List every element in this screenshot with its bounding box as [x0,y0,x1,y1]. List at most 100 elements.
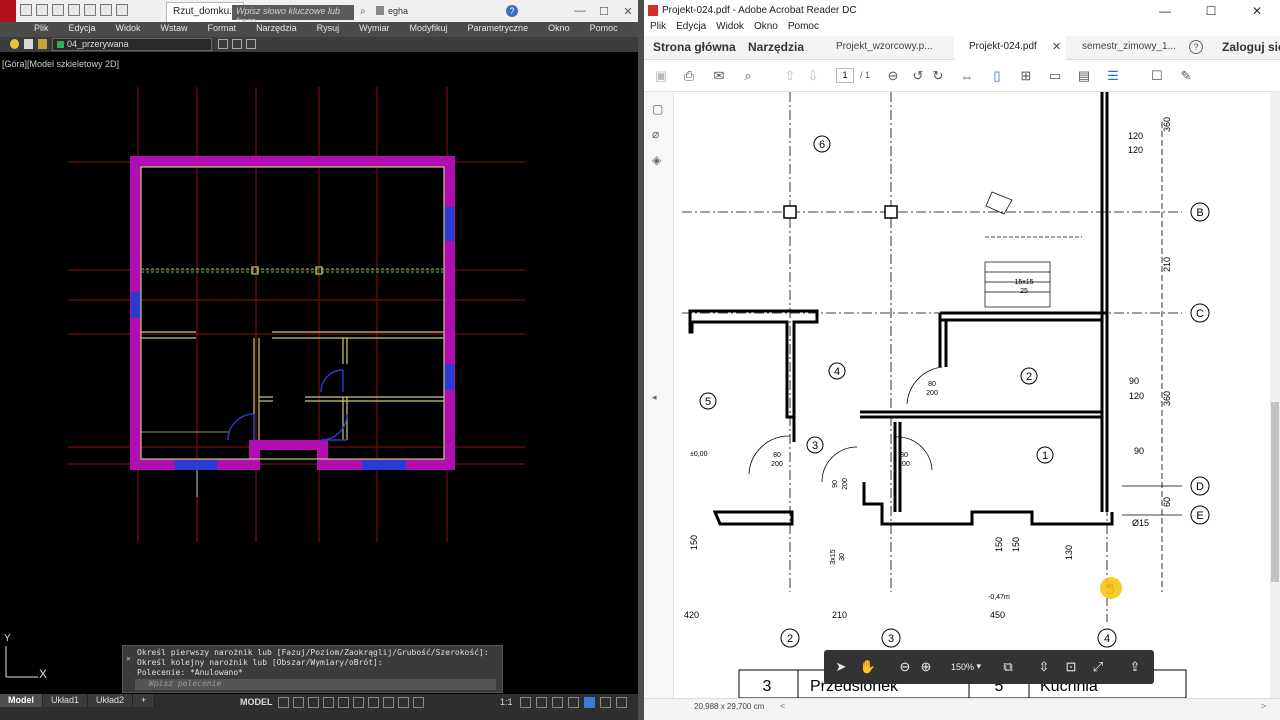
menu-wstaw[interactable]: Wstaw [151,22,198,37]
username-label[interactable]: egha [388,6,408,16]
undo-icon[interactable] [100,4,112,16]
viewport-controls[interactable]: [Góra][Model szkieletowy 2D] [2,59,119,69]
annotation-icon[interactable] [413,697,424,708]
tab-uklad1[interactable]: Układ1 [43,694,89,707]
layer-dropdown[interactable]: 04_przerywana [52,38,212,51]
sign-icon[interactable]: ✎ [1178,68,1194,84]
page-number-input[interactable]: 1 [836,68,854,83]
fit-page-icon[interactable]: ⊡ [1062,658,1080,676]
model-space-button[interactable]: MODEL [240,697,273,707]
rotate-right-icon[interactable]: ↻ [930,68,946,84]
help-icon[interactable]: ? [506,5,518,17]
layer-properties-icon[interactable] [218,39,228,49]
prev-page-icon[interactable]: ⇧ [782,68,798,84]
layer-match-icon[interactable] [246,39,256,49]
layers-icon[interactable]: ◈ [652,153,666,167]
menu-edycja[interactable]: Edycja [676,21,706,36]
menu-pomoc[interactable]: Pomoc [580,22,628,37]
tab-tools[interactable]: Narzędzia [748,40,804,54]
new-file-icon[interactable] [20,4,32,16]
zoom-out-icon[interactable]: ⊖ [885,68,901,84]
vertical-scrollbar[interactable] [1270,92,1280,698]
polar-icon[interactable] [323,697,334,708]
single-page-icon[interactable]: ▯ [989,68,1005,84]
zoom-out-icon[interactable]: ⊖ [896,658,914,676]
save-as-icon[interactable] [68,4,80,16]
doc-tab-semestr-zimowy[interactable]: semestr_zimowy_1... [1082,41,1176,52]
redo-icon[interactable] [116,4,128,16]
minimize-icon[interactable]: — [568,0,592,22]
menu-edycja[interactable]: Edycja [59,22,106,37]
more-tools-icon[interactable]: ☰ [1105,68,1121,84]
menu-icon[interactable] [616,697,627,708]
two-page-icon[interactable]: ▭ [1047,68,1063,84]
search-input[interactable]: Wpisz słowo kluczowe lub frazę [232,5,354,26]
layer-state-icon[interactable] [232,39,242,49]
close-command-icon[interactable]: ✕ [126,654,131,664]
pdf-page-view[interactable]: B C D E 2 3 4 6 4 2 5 3 1 120 120 90 120… [682,92,1270,698]
otrack-icon[interactable] [353,697,364,708]
tab-uklad2[interactable]: Układ2 [88,694,134,707]
zoom-level-dropdown[interactable]: 150% ▾ [943,658,989,675]
expand-panel-icon[interactable]: ◂ [652,392,666,406]
customize-icon[interactable] [600,697,611,708]
comment-icon[interactable]: ☐ [1149,68,1165,84]
menu-rysuj[interactable]: Rysuj [307,22,350,37]
layer-on-icon[interactable] [10,39,19,49]
tab-model[interactable]: Model [0,694,43,707]
fit-width-icon[interactable]: ⇳ [1035,658,1053,676]
menu-widok[interactable]: Widok [716,21,744,36]
menu-pomoc[interactable]: Pomoc [788,21,819,36]
pages-icon[interactable]: ▢ [652,102,666,116]
copy-page-icon[interactable]: ⧉ [999,658,1017,676]
close-icon[interactable]: ✕ [1234,0,1280,21]
menu-plik[interactable]: Plik [650,21,666,36]
email-icon[interactable]: ✉ [711,68,727,84]
layer-lock-icon[interactable] [38,39,47,49]
isolate-icon[interactable] [552,697,563,708]
search-icon[interactable]: ⌕ [740,68,756,84]
osnap-icon[interactable] [338,697,349,708]
menu-wymiar[interactable]: Wymiar [349,22,399,37]
help-icon[interactable]: ? [1189,40,1203,54]
next-page-icon[interactable]: ⇩ [805,68,821,84]
menu-okno[interactable]: Okno [538,22,580,37]
attachments-icon[interactable]: ⌀ [652,127,666,141]
menu-widok[interactable]: Widok [106,22,151,37]
save-icon[interactable]: ▣ [653,68,669,84]
scroll-right-icon[interactable]: > [1261,701,1266,711]
scroll-thumb[interactable] [1271,402,1279,582]
drawing-canvas[interactable]: Y X [0,52,640,692]
annotation-scale[interactable]: 1:1 [500,697,513,707]
layer-freeze-icon[interactable] [24,39,33,49]
binoculars-icon[interactable]: ⌕ [360,6,366,17]
print-icon[interactable] [84,4,96,16]
doc-tab-projekt-wzorcowy[interactable]: Projekt_wzorcowy.p... [836,41,933,52]
plus-icon[interactable] [536,697,547,708]
hardware-accel-icon[interactable] [568,697,579,708]
menu-plik[interactable]: Plik [24,22,59,37]
menu-format[interactable]: Format [198,22,247,37]
menu-parametryczne[interactable]: Parametryczne [458,22,539,37]
full-screen-icon[interactable]: ⤢ [1089,658,1107,676]
maximize-icon[interactable]: ☐ [592,0,616,22]
scroll-left-icon[interactable]: < [780,701,785,711]
autocad-logo[interactable] [0,0,16,22]
scrolling-icon[interactable]: ⊞ [1018,68,1034,84]
doc-tab-projekt-024[interactable]: Projekt-024.pdf [969,41,1037,52]
workspace-icon[interactable] [520,697,531,708]
login-button[interactable]: Zaloguj się [1222,40,1280,54]
clean-screen-icon[interactable] [584,697,595,708]
add-layout-button[interactable]: + [133,694,156,707]
menu-narzedzia[interactable]: Narzędzia [246,22,307,37]
grid-icon[interactable] [278,697,289,708]
close-tab-icon[interactable]: ✕ [1052,40,1061,53]
ortho-icon[interactable] [308,697,319,708]
save-icon[interactable] [52,4,64,16]
close-icon[interactable]: ✕ [616,0,640,22]
open-folder-icon[interactable] [36,4,48,16]
selection-cycling-icon[interactable] [398,697,409,708]
zoom-in-icon[interactable]: ⊕ [917,658,935,676]
share-icon[interactable]: ⇪ [1126,658,1144,676]
lineweight-icon[interactable] [368,697,379,708]
